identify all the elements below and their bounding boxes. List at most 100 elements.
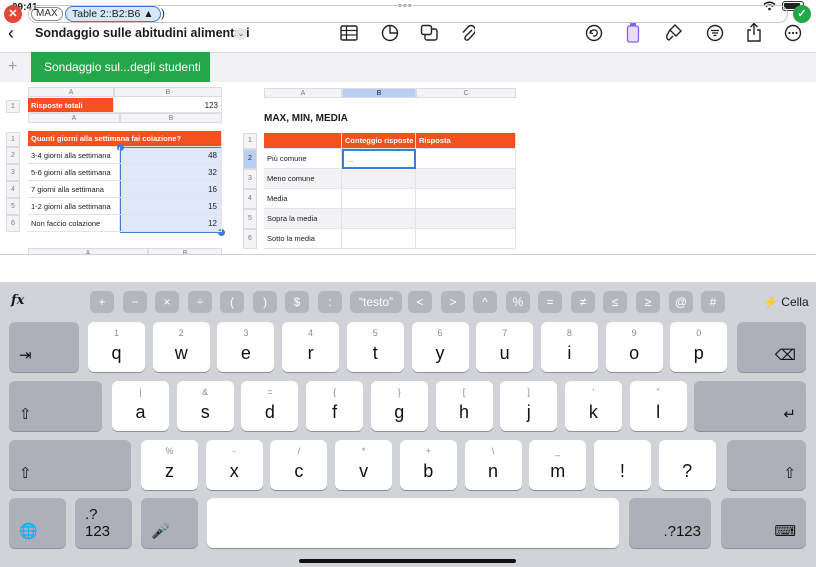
row-header[interactable]: 3: [6, 164, 20, 181]
table-row-label[interactable]: 3-4 giorni alla settimana: [28, 147, 120, 164]
shapes-icon[interactable]: [420, 24, 439, 42]
table-row-value[interactable]: 32: [120, 164, 222, 181]
table-row-answer[interactable]: [416, 209, 516, 229]
letter-key[interactable]: 7 u: [476, 322, 534, 372]
table-row-value[interactable]: 16: [120, 181, 222, 198]
microphone-key[interactable]: 🎤: [141, 498, 198, 548]
operator-key[interactable]: ÷: [188, 291, 212, 313]
row-header[interactable]: 1: [243, 133, 257, 149]
operator-key[interactable]: <: [408, 291, 432, 313]
table-row-value[interactable]: 15: [120, 198, 222, 215]
letter-key[interactable]: 4 r: [282, 322, 340, 372]
letter-key[interactable]: ' k: [564, 381, 622, 431]
operator-key[interactable]: −: [123, 291, 147, 313]
table-row-label[interactable]: Media: [264, 189, 342, 209]
operator-key[interactable]: ): [253, 291, 277, 313]
globe-key[interactable]: 🌐: [9, 498, 66, 548]
total-responses-value[interactable]: 123: [114, 98, 222, 113]
tab-key[interactable]: ⇥: [9, 322, 79, 372]
header-count[interactable]: Conteggio risposte: [342, 133, 416, 149]
table-row-label[interactable]: Sotto la media: [264, 229, 342, 249]
operator-key[interactable]: ×: [155, 291, 179, 313]
operator-key[interactable]: ^: [473, 291, 497, 313]
active-cell[interactable]: ...: [342, 149, 416, 169]
operator-key[interactable]: +: [90, 291, 114, 313]
operator-key[interactable]: >: [441, 291, 465, 313]
row-header[interactable]: 6: [243, 229, 257, 249]
back-icon[interactable]: ‹: [8, 23, 14, 44]
table-row-label[interactable]: Non faccio colazione: [28, 215, 120, 232]
table-title[interactable]: MAX, MIN, MEDIA: [264, 113, 348, 124]
shift-right-key[interactable]: ⇧: [727, 440, 806, 490]
table-row-label[interactable]: 7 giorni alla settimana: [28, 181, 120, 198]
table-row-answer[interactable]: [416, 189, 516, 209]
column-header-b[interactable]: B: [342, 88, 416, 98]
letter-key[interactable]: 5 t: [346, 322, 404, 372]
letter-key[interactable]: * v: [335, 440, 393, 490]
letter-key[interactable]: _ m: [529, 440, 587, 490]
numbers-key-left[interactable]: .?123: [75, 498, 132, 548]
table-row-value[interactable]: 12: [120, 215, 222, 232]
formula-function-token[interactable]: MAX: [31, 7, 63, 21]
table-row-label[interactable]: 5-6 giorni alla settimana: [28, 164, 120, 181]
table-row-label[interactable]: Sopra la media: [264, 209, 342, 229]
add-sheet-icon[interactable]: +: [8, 58, 17, 76]
sheet-canvas[interactable]: A B 1 Risposte totali 123 A B 1 Quanti g…: [0, 82, 816, 254]
return-key[interactable]: ↵: [694, 381, 806, 431]
header-cell-empty[interactable]: [264, 133, 342, 149]
letter-key[interactable]: ] j: [500, 381, 558, 431]
operator-key[interactable]: ≤: [603, 291, 627, 313]
letter-key[interactable]: - x: [205, 440, 263, 490]
operator-key[interactable]: #: [701, 291, 725, 313]
column-header-a[interactable]: A: [28, 113, 120, 123]
letter-key[interactable]: [ h: [435, 381, 493, 431]
table-row-label[interactable]: 1-2 giorni alla settimana: [28, 198, 120, 215]
share-icon[interactable]: [746, 22, 762, 43]
formula-reference-token[interactable]: Table 2::B2:B6 ▲: [65, 6, 161, 22]
table-row-answer[interactable]: [416, 149, 516, 169]
column-header-b[interactable]: B: [114, 87, 222, 97]
row-header[interactable]: 5: [6, 198, 20, 215]
undo-icon[interactable]: [585, 24, 603, 42]
operator-key[interactable]: =: [538, 291, 562, 313]
letter-key[interactable]: = d: [241, 381, 299, 431]
shift-lock-key[interactable]: ⇧: [9, 381, 102, 431]
row-header[interactable]: 4: [6, 181, 20, 198]
letter-key[interactable]: !: [593, 440, 651, 490]
column-header-a[interactable]: A: [264, 88, 342, 98]
total-responses-label[interactable]: Risposte totali: [28, 98, 114, 113]
function-browser-button[interactable]: fx: [11, 293, 24, 308]
hide-keyboard-key[interactable]: ⌨: [721, 498, 806, 548]
letter-key[interactable]: + b: [399, 440, 457, 490]
table-row-value[interactable]: [342, 169, 416, 189]
letter-key[interactable]: 6 y: [411, 322, 469, 372]
chevron-down-icon[interactable]: ⌄: [235, 28, 247, 40]
cancel-formula-button[interactable]: ✕: [4, 5, 22, 23]
row-header[interactable]: 1: [6, 100, 20, 113]
row-header[interactable]: 6: [6, 215, 20, 232]
letter-key[interactable]: } g: [370, 381, 428, 431]
chart-icon[interactable]: [381, 24, 399, 42]
table-row-label[interactable]: Meno comune: [264, 169, 342, 189]
letter-key[interactable]: & s: [176, 381, 234, 431]
table-row-value[interactable]: [342, 209, 416, 229]
letter-key[interactable]: " l: [629, 381, 687, 431]
operator-key[interactable]: ≥: [636, 291, 660, 313]
column-header-b[interactable]: B: [120, 113, 222, 123]
operator-key[interactable]: :: [318, 291, 342, 313]
letter-key[interactable]: \ n: [464, 440, 522, 490]
letter-key[interactable]: { f: [306, 381, 364, 431]
question-header[interactable]: Quanti giorni alla settimana fai colazio…: [28, 131, 222, 147]
letter-key[interactable]: % z: [141, 440, 198, 490]
header-answer[interactable]: Risposta: [416, 133, 516, 149]
operator-key[interactable]: ≠: [571, 291, 595, 313]
letter-key[interactable]: 0 p: [670, 322, 728, 372]
letter-key[interactable]: 2 w: [152, 322, 210, 372]
row-header[interactable]: 1: [6, 132, 20, 147]
shift-left-key[interactable]: ⇧: [9, 440, 131, 490]
row-header[interactable]: 3: [243, 169, 257, 189]
delete-key[interactable]: ⌫: [737, 322, 806, 372]
row-header[interactable]: 2: [6, 147, 20, 164]
operator-key[interactable]: %: [506, 291, 530, 313]
letter-key[interactable]: | a: [112, 381, 169, 431]
